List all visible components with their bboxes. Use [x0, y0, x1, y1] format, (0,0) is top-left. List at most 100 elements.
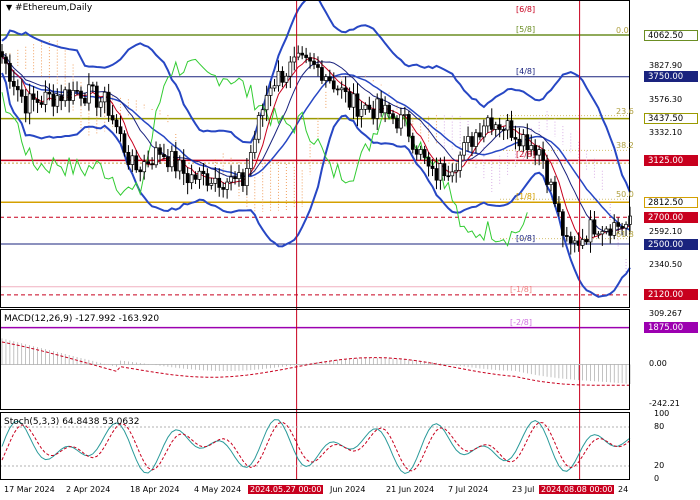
chart-title-text: #Ethereum,Daily: [15, 3, 93, 13]
candle-body: [442, 163, 447, 177]
x-axis-label: 18 Apr 2024: [130, 485, 180, 494]
candle-body: [430, 165, 435, 169]
price-label: 3437.50: [644, 113, 698, 125]
candle-body: [292, 56, 297, 63]
price-tick: 3827.90: [649, 61, 683, 71]
candle-body: [134, 155, 139, 171]
candle-body: [363, 104, 368, 110]
candle-body: [403, 114, 407, 116]
candle-body: [15, 86, 20, 91]
candle-body: [8, 62, 12, 82]
candle-body: [87, 84, 91, 104]
candle-body: [185, 173, 190, 184]
candle-body: [489, 117, 494, 130]
candle-body: [55, 95, 60, 107]
candle-body: [35, 99, 40, 103]
fibo-label: 23.6: [616, 106, 634, 116]
candle-body: [75, 90, 79, 92]
candle-body: [517, 138, 522, 147]
candle-body: [23, 95, 28, 114]
candle-body: [102, 91, 107, 103]
candle-body: [213, 177, 218, 184]
candle-body: [276, 70, 281, 87]
candle-body: [474, 132, 478, 147]
candle-body: [339, 87, 344, 91]
candle-body: [304, 54, 308, 58]
candle-body: [521, 134, 526, 147]
candle-body: [351, 93, 356, 108]
candle-body: [406, 114, 411, 137]
candle-body: [561, 211, 565, 236]
fibo-label: 0.0: [616, 26, 629, 35]
candle-body: [280, 70, 285, 83]
candle-body: [106, 91, 111, 116]
candle-body: [268, 87, 273, 96]
candle-body: [466, 136, 470, 143]
candle-body: [225, 181, 229, 190]
candle-body: [557, 203, 561, 213]
candle-body: [553, 181, 557, 205]
candle-body: [541, 149, 545, 162]
stoch-label: Stoch(5,3,3): [4, 417, 60, 427]
macd-tick: 0.00: [649, 359, 667, 369]
candle-body: [434, 168, 439, 181]
murrey-label: [4/8]: [516, 66, 536, 76]
candle-body: [27, 93, 32, 114]
macd-tick: -242.21: [649, 399, 680, 408]
x-axis-label: 17 Mar 2024: [4, 485, 55, 494]
candle-body: [138, 169, 143, 173]
candle-body: [126, 151, 131, 165]
candle-body: [181, 159, 186, 174]
candle-body: [568, 236, 573, 244]
candle-body: [245, 168, 249, 186]
x-axis-label: Jun 2024: [330, 485, 366, 494]
candle-body: [4, 56, 8, 64]
chevron-down-icon[interactable]: ▼: [6, 3, 12, 12]
candle-body: [549, 181, 553, 185]
x-axis-label: 2 Apr 2024: [66, 485, 111, 494]
candle-body: [545, 160, 549, 185]
candle-body: [529, 145, 534, 151]
candle-body: [142, 161, 147, 173]
candle-body: [308, 57, 312, 62]
candle-body: [122, 133, 127, 153]
murrey-label: [5/8]: [516, 25, 536, 34]
candle-body: [414, 149, 419, 155]
murrey-label: [-1/8]: [510, 284, 533, 294]
price-label: 2700.00: [644, 211, 698, 223]
fibo-label: 38.2: [616, 141, 634, 151]
candle-body: [422, 149, 427, 158]
price-tick: 2340.50: [649, 260, 683, 270]
candle-body: [162, 154, 166, 158]
candle-body: [256, 115, 261, 140]
price-label: 4062.50: [644, 29, 698, 41]
candle-body: [588, 219, 593, 243]
candle-body: [395, 117, 399, 129]
candle-body: [379, 98, 384, 114]
candle-body: [205, 173, 210, 186]
price-tick: 3576.30: [649, 95, 683, 105]
candle-body: [410, 135, 415, 150]
candle-body: [169, 151, 174, 168]
candle-body: [59, 95, 64, 102]
candle-body: [616, 222, 621, 227]
candle-body: [217, 177, 222, 188]
price-label: 2120.00: [644, 289, 698, 301]
candle-body: [158, 147, 162, 155]
x-axis-label: 7 Jul 2024: [448, 485, 489, 494]
macd-value-1: -127.992: [75, 314, 116, 324]
candle-body: [79, 90, 83, 99]
candle-body: [438, 163, 443, 181]
candle-body: [43, 91, 48, 105]
candle-body: [454, 169, 459, 173]
candle-body: [324, 76, 328, 81]
x-axis-label: 4 May 2024: [194, 485, 242, 494]
candle-body: [166, 156, 170, 168]
candle-body: [592, 219, 597, 235]
x-axis-label: 21 Jun 2024: [386, 485, 435, 494]
candle-body: [359, 108, 364, 117]
candle-body: [513, 137, 518, 140]
candle-body: [604, 228, 609, 232]
candle-body: [312, 60, 316, 65]
candle-body: [154, 147, 158, 166]
